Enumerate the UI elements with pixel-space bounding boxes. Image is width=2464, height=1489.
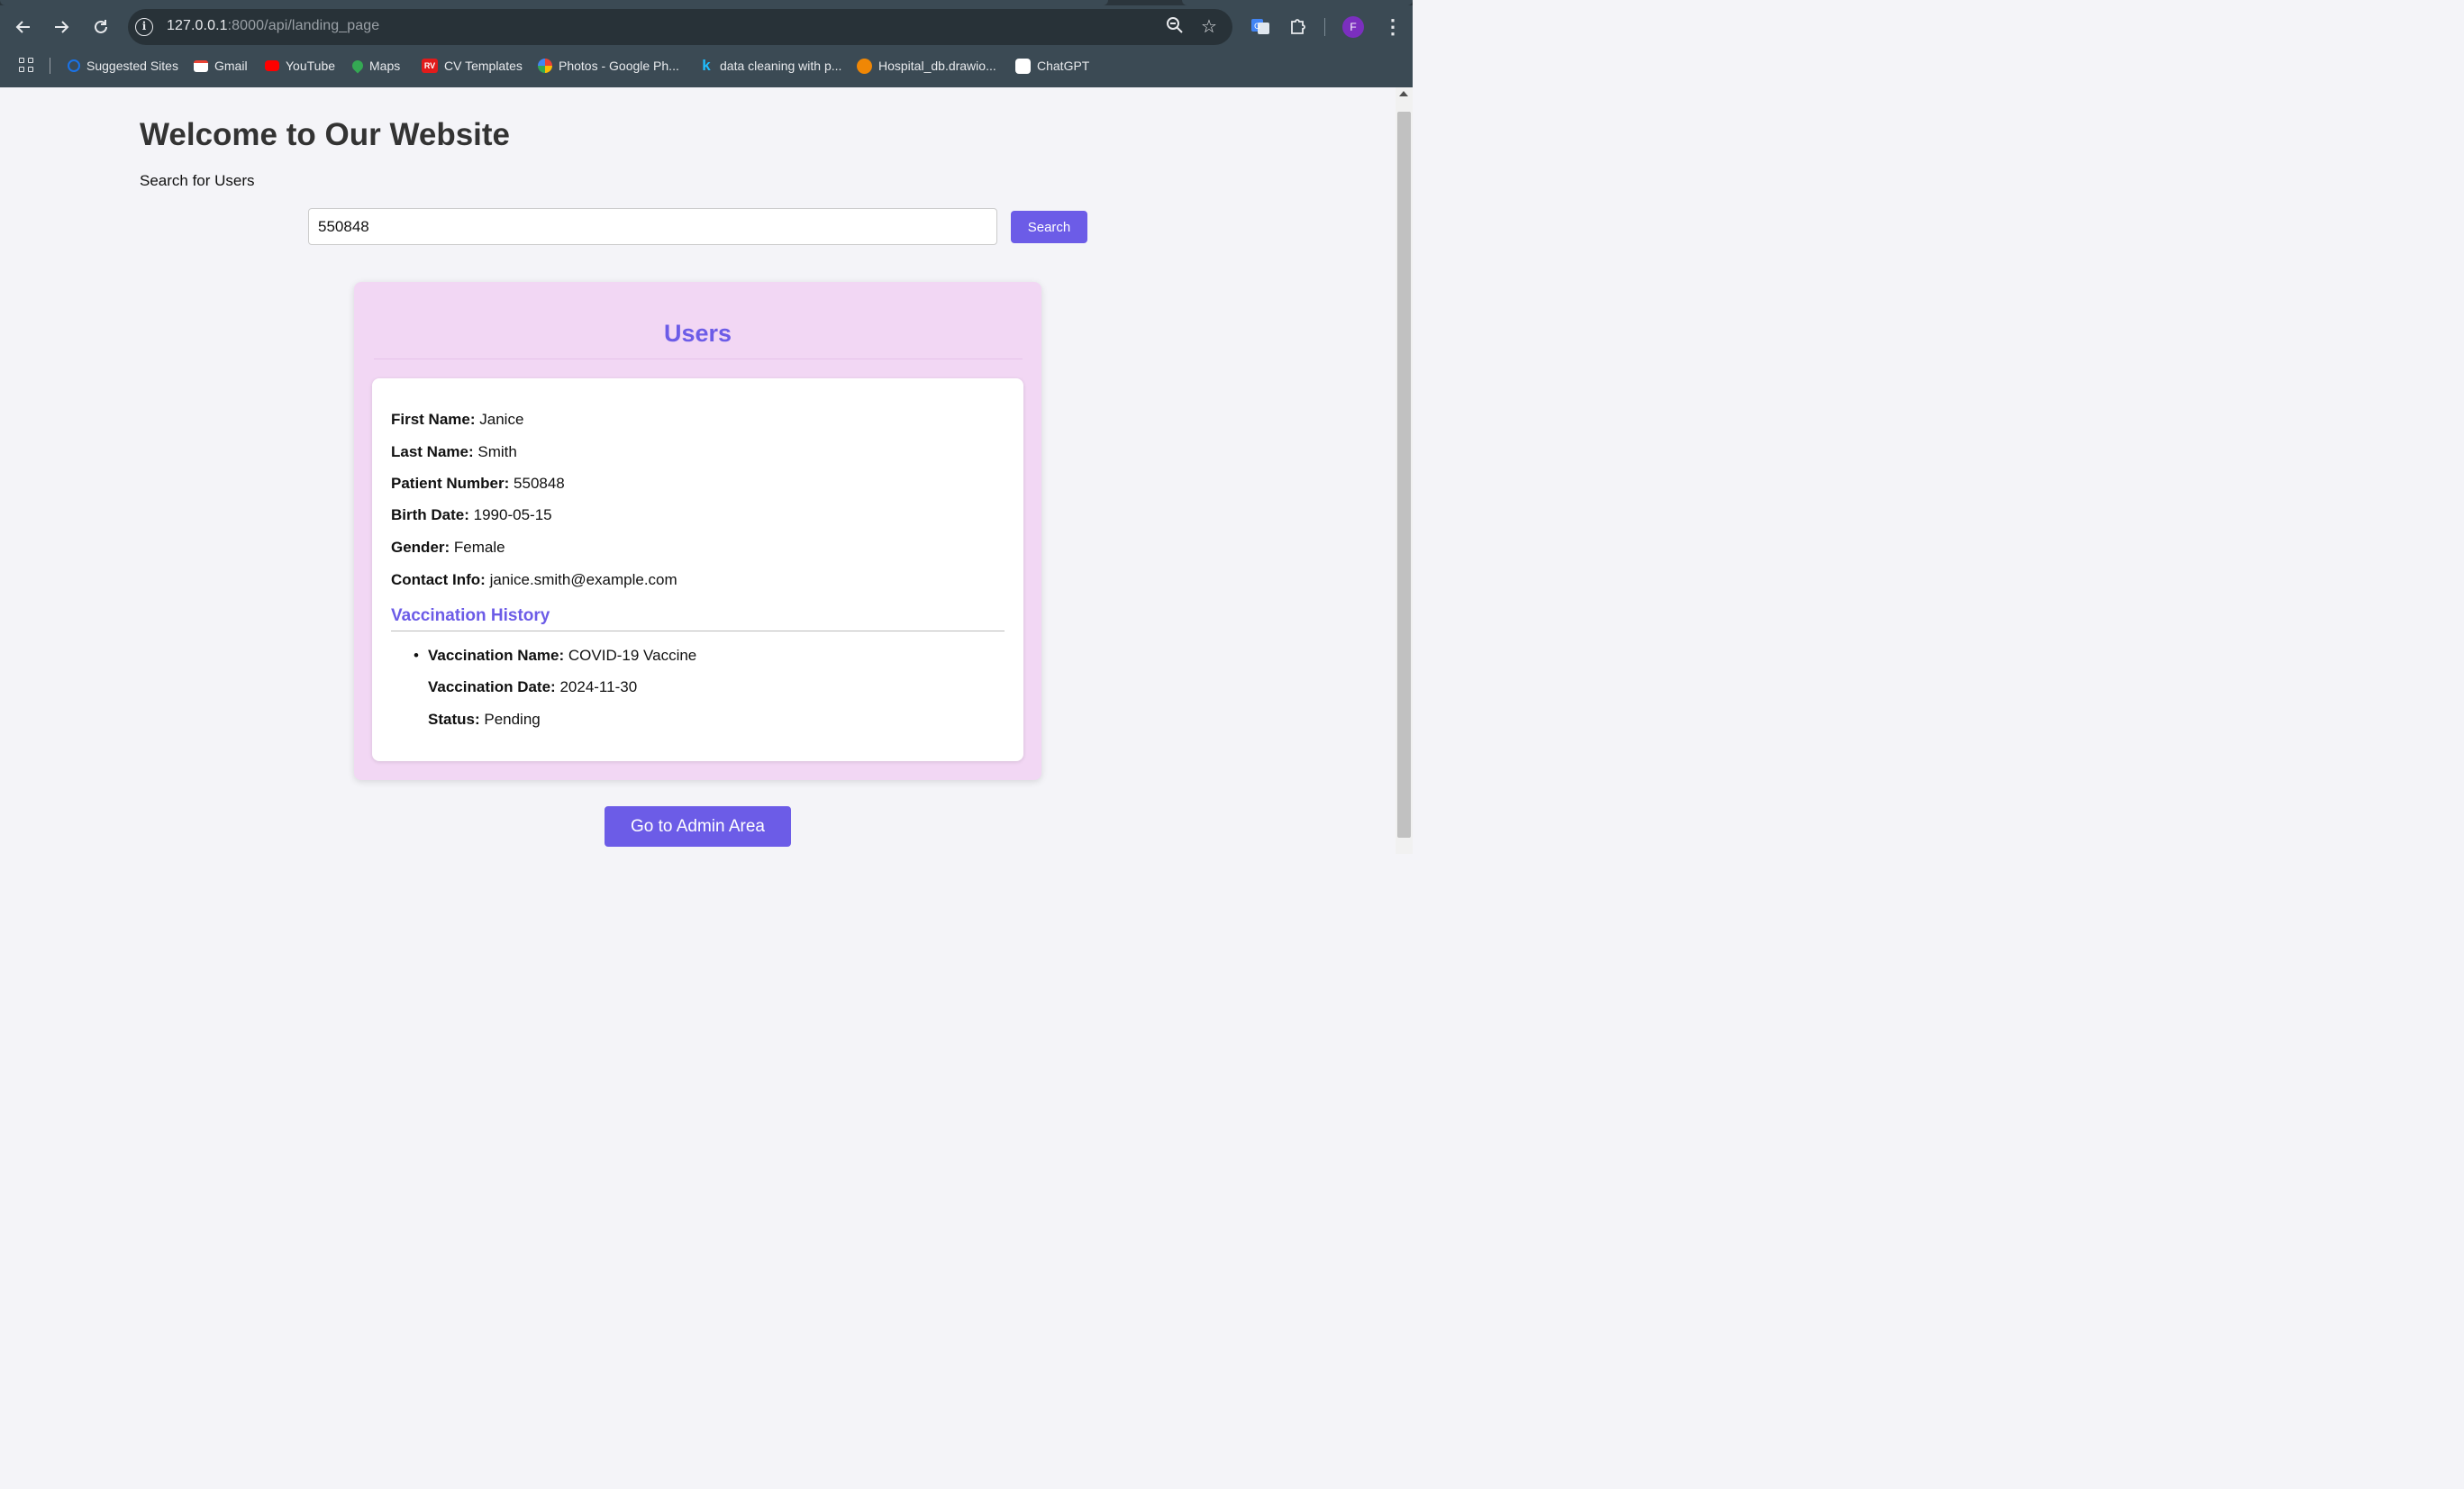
field-label: First Name:	[391, 411, 476, 428]
profile-avatar[interactable]: F	[1342, 16, 1364, 38]
address-url[interactable]: 127.0.0.1:8000/api/landing_page	[167, 18, 379, 34]
inactive-tab-edge	[1182, 0, 1413, 5]
field-value: COVID-19 Vaccine	[568, 647, 697, 664]
birth-date-field: Birth Date: 1990-05-15	[391, 506, 552, 524]
rv-icon: RV	[422, 59, 438, 73]
google-translate-icon[interactable]: G	[1250, 16, 1272, 38]
search-button[interactable]: Search	[1011, 211, 1087, 243]
vaccination-name-field: Vaccination Name: COVID-19 Vaccine	[428, 647, 696, 665]
reload-icon[interactable]	[86, 13, 115, 41]
bookmark-chatgpt[interactable]: ChatGPT	[1015, 52, 1089, 79]
user-card	[372, 378, 1023, 761]
field-value: janice.smith@example.com	[489, 571, 677, 588]
forward-icon[interactable]	[47, 13, 76, 41]
bookmark-gmail[interactable]: Gmail	[194, 52, 248, 79]
field-label: Contact Info:	[391, 571, 486, 588]
gmail-icon	[194, 59, 208, 72]
active-tab-edge	[0, 0, 1108, 5]
suggested-sites-icon	[68, 59, 80, 72]
chatgpt-icon	[1015, 58, 1031, 74]
users-heading: Users	[663, 320, 732, 347]
first-name-field: First Name: Janice	[391, 411, 523, 429]
kaggle-icon: k	[702, 57, 711, 74]
bookmark-label: Photos - Google Ph...	[559, 59, 679, 73]
site-info-icon[interactable]: i	[135, 18, 153, 36]
field-value: Janice	[479, 411, 524, 428]
maps-icon	[350, 58, 366, 74]
gender-field: Gender: Female	[391, 539, 505, 557]
admin-area-button[interactable]: Go to Admin Area	[605, 806, 791, 847]
bookmark-label: YouTube	[286, 59, 336, 73]
bookmark-star-icon[interactable]: ☆	[1198, 16, 1220, 38]
field-label: Status:	[428, 711, 480, 728]
field-label: Gender:	[391, 539, 450, 556]
back-icon[interactable]	[9, 13, 38, 41]
bookmark-label: Suggested Sites	[86, 59, 178, 73]
field-label: Last Name:	[391, 443, 474, 460]
zoom-icon[interactable]	[1164, 16, 1186, 38]
youtube-icon	[265, 60, 279, 71]
search-subtitle: Search for Users	[140, 172, 255, 189]
scroll-up-arrow-icon[interactable]	[1399, 91, 1408, 96]
bookmark-suggested-sites[interactable]: Suggested Sites	[68, 52, 178, 79]
drawio-icon	[857, 58, 872, 74]
field-value: 1990-05-15	[473, 506, 552, 523]
bookmark-maps[interactable]: Maps	[350, 52, 401, 79]
bookmark-cv-templates[interactable]: RV CV Templates	[422, 52, 523, 79]
patient-number-field: Patient Number: 550848	[391, 475, 565, 493]
toolbar-separator	[1324, 18, 1325, 36]
search-input[interactable]	[308, 208, 997, 245]
bookmark-label: data cleaning with p...	[720, 59, 842, 73]
bookmark-youtube[interactable]: YouTube	[265, 52, 335, 79]
field-label: Patient Number:	[391, 475, 510, 492]
extensions-icon[interactable]	[1288, 16, 1310, 38]
field-value: Pending	[484, 711, 541, 728]
bookmark-label: CV Templates	[444, 59, 523, 73]
field-value: Female	[453, 539, 505, 556]
contact-info-field: Contact Info: janice.smith@example.com	[391, 571, 677, 589]
bookmark-drawio[interactable]: Hospital_db.drawio...	[857, 52, 996, 79]
browser-menu-icon[interactable]: ⋮	[1383, 14, 1403, 40]
bookmark-label: Maps	[369, 59, 401, 73]
scrollbar-thumb[interactable]	[1397, 112, 1411, 838]
field-label: Vaccination Date:	[428, 678, 556, 695]
svg-text:G: G	[1254, 23, 1260, 32]
field-value: 550848	[514, 475, 565, 492]
bookmarks-bar: Suggested Sites Gmail YouTube Maps RV CV…	[0, 52, 1413, 79]
list-bullet-icon: •	[414, 647, 419, 664]
vaccination-date-field: Vaccination Date: 2024-11-30	[428, 678, 637, 696]
bookmark-label: Gmail	[214, 59, 248, 73]
vaccination-history-heading: Vaccination History	[391, 606, 550, 625]
last-name-field: Last Name: Smith	[391, 443, 517, 461]
bookmark-google-photos[interactable]: Photos - Google Ph...	[538, 52, 679, 79]
field-value: 2024-11-30	[559, 678, 638, 695]
google-photos-icon	[538, 59, 552, 73]
field-value: Smith	[477, 443, 517, 460]
field-label: Vaccination Name:	[428, 647, 565, 664]
vaccination-status-field: Status: Pending	[428, 711, 541, 729]
bookmark-label: Hospital_db.drawio...	[878, 59, 996, 73]
field-label: Birth Date:	[391, 506, 469, 523]
page-title: Welcome to Our Website	[140, 117, 511, 152]
bookmark-kaggle[interactable]: k data cleaning with p...	[699, 52, 841, 79]
bookmark-label: ChatGPT	[1037, 59, 1090, 73]
